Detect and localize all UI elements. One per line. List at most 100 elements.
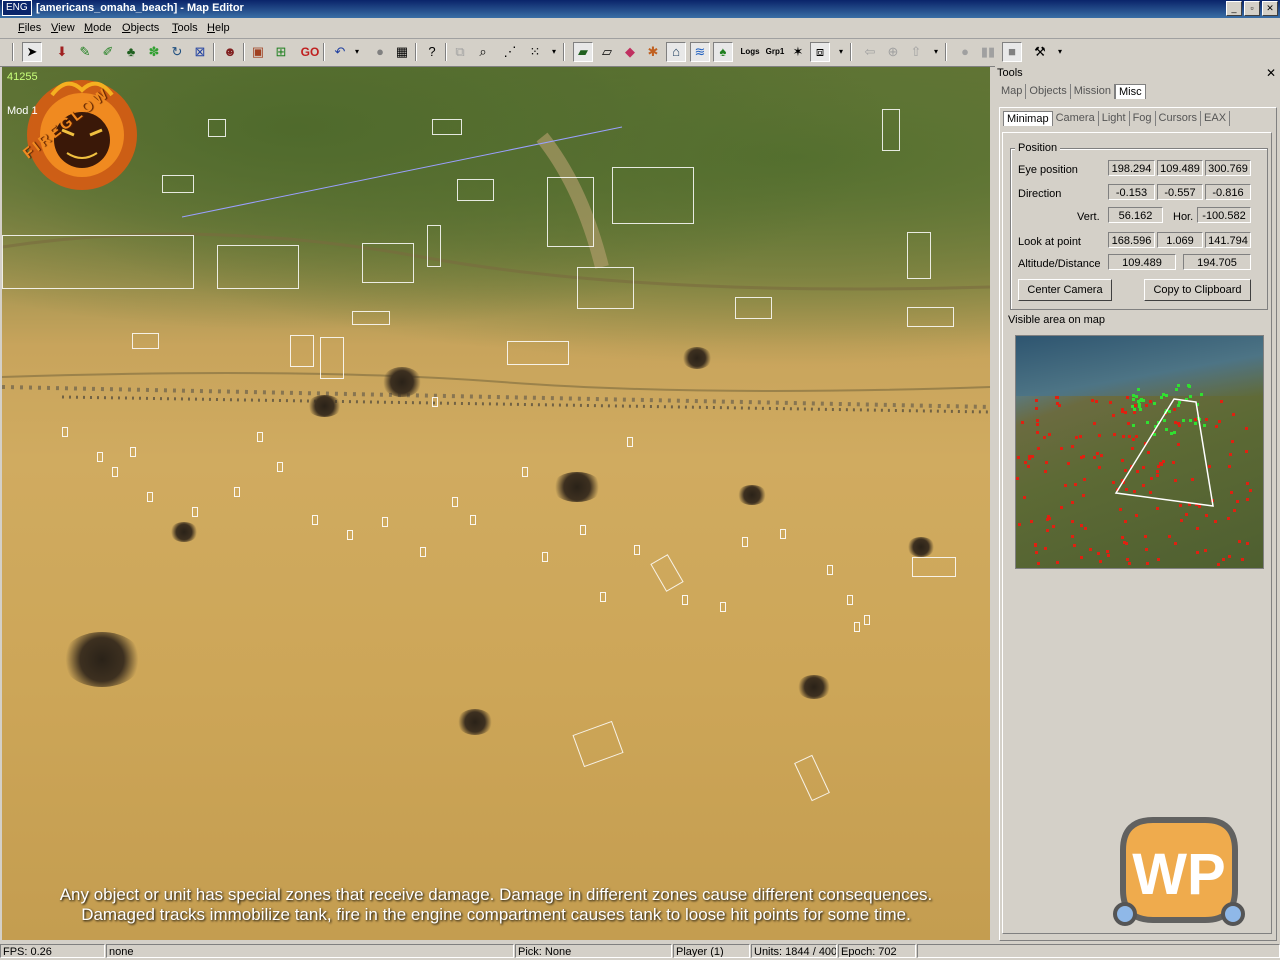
bake-icon[interactable]: ⊞ — [271, 42, 291, 62]
vehicle-bounding-box[interactable] — [907, 307, 954, 327]
tree-bounding-box[interactable] — [882, 109, 900, 151]
beach-obstacle[interactable] — [347, 530, 353, 540]
subtab-fog[interactable]: Fog — [1130, 111, 1156, 126]
building-bounding-box[interactable] — [457, 179, 494, 201]
stop-icon[interactable]: ■ — [1002, 42, 1022, 62]
vert-angle[interactable]: 56.162 — [1108, 207, 1163, 223]
place-forest-icon[interactable]: ♣ — [121, 42, 141, 62]
film-icon[interactable]: ▦ — [392, 42, 412, 62]
box-dropdown-icon[interactable]: ▾ — [831, 42, 851, 62]
grid-icon[interactable]: ⁙ — [525, 42, 545, 62]
subtab-camera[interactable]: Camera — [1053, 111, 1099, 126]
maximize-button[interactable]: ▫ — [1244, 1, 1260, 16]
center-camera-button[interactable]: Center Camera — [1018, 279, 1112, 301]
hor-angle[interactable]: -100.582 — [1197, 207, 1251, 223]
play-icon[interactable]: ● — [955, 42, 975, 62]
building-bounding-box[interactable] — [2, 235, 194, 289]
eye-position-z[interactable]: 300.769 — [1205, 160, 1251, 176]
color-icon[interactable]: ◆ — [620, 42, 640, 62]
direction-x[interactable]: -0.153 — [1108, 184, 1155, 200]
lights-icon[interactable]: ✶ — [788, 42, 808, 62]
path-icon[interactable]: ⋰ — [500, 42, 520, 62]
fit-icon[interactable]: ⊠ — [190, 42, 210, 62]
beach-obstacle[interactable] — [542, 552, 548, 562]
beach-obstacle[interactable] — [147, 492, 153, 502]
map-viewport[interactable]: 41255 Mod 1 FIREGLOW Any object or unit … — [2, 67, 990, 940]
tab-mission[interactable]: Mission — [1071, 84, 1115, 99]
go-button[interactable]: GO — [300, 42, 320, 62]
record-icon[interactable]: ● — [370, 42, 390, 62]
character-icon[interactable]: ☻ — [220, 42, 240, 62]
building-bounding-box[interactable] — [547, 177, 594, 247]
beach-obstacle[interactable] — [312, 515, 318, 525]
zoom-icon[interactable]: ⌕ — [473, 42, 493, 62]
beach-obstacle[interactable] — [682, 595, 688, 605]
vehicle-bounding-box[interactable] — [507, 341, 569, 365]
beach-obstacle[interactable] — [742, 537, 748, 547]
look-at-y[interactable]: 1.069 — [1157, 232, 1203, 248]
tank-bounding-box[interactable] — [320, 337, 344, 379]
menu-objects[interactable]: Objects — [122, 22, 159, 34]
vehicle-bounding-box[interactable] — [132, 333, 159, 349]
beach-obstacle[interactable] — [847, 595, 853, 605]
beach-obstacle[interactable] — [580, 525, 586, 535]
hammer-icon[interactable]: ⚒ — [1030, 42, 1050, 62]
place-object-icon[interactable]: ⬇ — [52, 42, 72, 62]
menu-help[interactable]: Help — [207, 22, 230, 34]
place-grass-icon[interactable]: ✽ — [144, 42, 164, 62]
group-button[interactable]: Grp1 — [765, 42, 785, 62]
tank-bounding-box[interactable] — [912, 557, 956, 577]
menu-mode[interactable]: Mode — [84, 22, 112, 34]
building-icon[interactable]: ⌂ — [666, 42, 686, 62]
minimap[interactable] — [1015, 335, 1264, 569]
look-at-x[interactable]: 168.596 — [1108, 232, 1155, 248]
object-bounding-box[interactable] — [208, 119, 226, 137]
nav-dropdown-icon[interactable]: ▾ — [926, 42, 946, 62]
place-brush-icon[interactable]: ✐ — [98, 42, 118, 62]
help-icon[interactable]: ? — [422, 42, 442, 62]
undo-dropdown-icon[interactable]: ▾ — [347, 42, 367, 62]
load-terrain-icon[interactable]: ▣ — [248, 42, 268, 62]
palette-icon[interactable]: ✱ — [643, 42, 663, 62]
menu-view[interactable]: View — [51, 22, 75, 34]
building-bounding-box[interactable] — [612, 167, 694, 224]
arrow-right-icon[interactable]: ⇧ — [906, 42, 926, 62]
beach-obstacle[interactable] — [600, 592, 606, 602]
tree-bounding-box[interactable] — [427, 225, 441, 267]
eye-position-x[interactable]: 198.294 — [1108, 160, 1155, 176]
logs-button[interactable]: Logs — [740, 42, 760, 62]
tab-map[interactable]: Map — [998, 84, 1027, 99]
arrow-left-icon[interactable]: ⇦ — [860, 42, 880, 62]
pause-icon[interactable]: ▮▮ — [978, 42, 998, 62]
beach-obstacle[interactable] — [452, 497, 458, 507]
beach-obstacle[interactable] — [634, 545, 640, 555]
subtab-minimap[interactable]: Minimap — [1003, 111, 1053, 126]
beach-obstacle[interactable] — [854, 622, 860, 632]
distance-field[interactable]: 194.705 — [1183, 254, 1251, 270]
vehicle-bounding-box[interactable] — [735, 297, 772, 319]
beach-obstacle[interactable] — [522, 467, 528, 477]
beach-obstacle[interactable] — [192, 507, 198, 517]
tab-misc[interactable]: Misc — [1115, 84, 1146, 99]
select-arrow-icon[interactable]: ➤ — [22, 42, 42, 62]
menu-files[interactable]: Files — [18, 22, 41, 34]
center-icon[interactable]: ⊕ — [883, 42, 903, 62]
eye-position-y[interactable]: 109.489 — [1157, 160, 1203, 176]
menu-tools[interactable]: Tools — [172, 22, 198, 34]
tab-objects[interactable]: Objects — [1026, 84, 1071, 99]
beach-obstacle[interactable] — [627, 437, 633, 447]
box-icon[interactable]: ⧈ — [810, 42, 830, 62]
direction-y[interactable]: -0.557 — [1157, 184, 1203, 200]
beach-obstacle[interactable] — [97, 452, 103, 462]
beach-obstacle[interactable] — [277, 462, 283, 472]
beach-obstacle[interactable] — [864, 615, 870, 625]
beach-obstacle[interactable] — [112, 467, 118, 477]
altitude-field[interactable]: 109.489 — [1108, 254, 1176, 270]
beach-obstacle[interactable] — [257, 432, 263, 442]
object-bounding-box[interactable] — [432, 119, 462, 135]
beach-obstacle[interactable] — [827, 565, 833, 575]
hammer-dropdown-icon[interactable]: ▾ — [1050, 42, 1070, 62]
beach-obstacle[interactable] — [470, 515, 476, 525]
grid-dropdown-icon[interactable]: ▾ — [544, 42, 564, 62]
beach-obstacle[interactable] — [382, 517, 388, 527]
